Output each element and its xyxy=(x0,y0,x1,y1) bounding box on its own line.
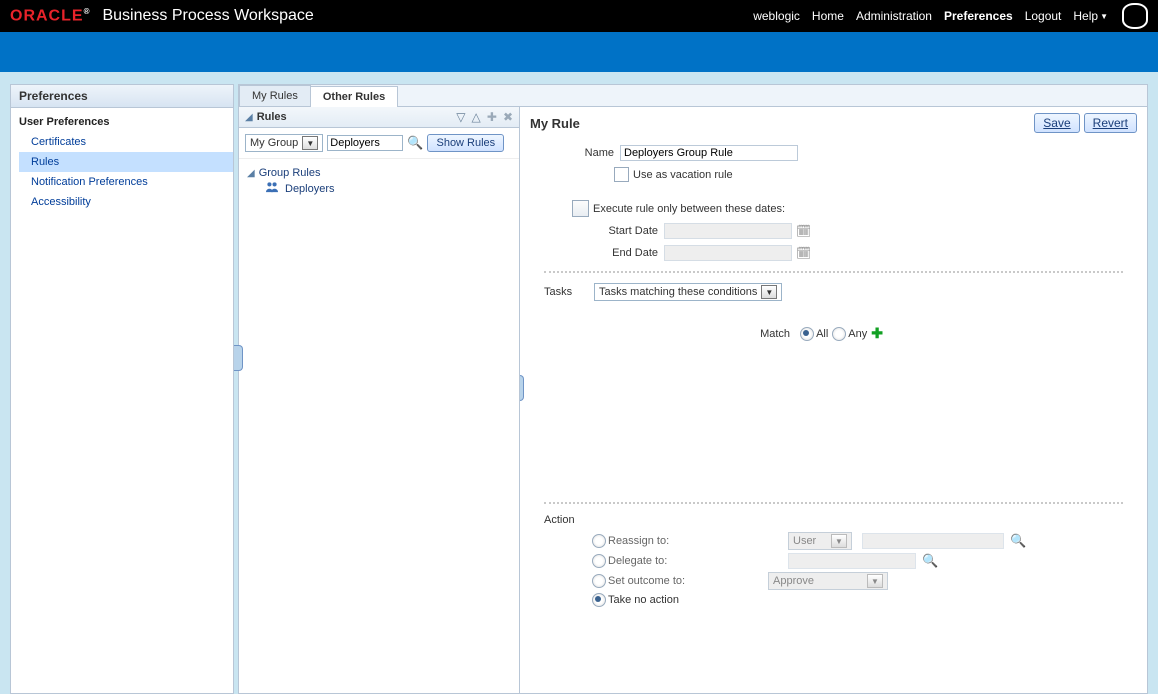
vacation-label: Use as vacation rule xyxy=(633,169,733,181)
app-title: Business Process Workspace xyxy=(102,7,313,25)
vacation-checkbox[interactable] xyxy=(614,167,629,182)
match-all-radio[interactable] xyxy=(800,327,814,341)
action-none-radio[interactable] xyxy=(592,593,606,607)
end-date-label: End Date xyxy=(588,247,664,259)
tab-my-rules[interactable]: My Rules xyxy=(239,85,311,106)
nav-logout[interactable]: Logout xyxy=(1025,9,1062,23)
sidebar-item-rules[interactable]: Rules xyxy=(19,152,233,172)
search-icon[interactable]: 🔍 xyxy=(922,553,938,569)
oracle-ring-icon xyxy=(1122,3,1148,29)
delegate-target-input xyxy=(788,553,916,569)
group-icon xyxy=(265,181,279,196)
rule-detail: My Rule Save Revert Name Use as vacation… xyxy=(520,107,1147,693)
divider xyxy=(544,502,1123,504)
scope-select[interactable]: My Group▼ xyxy=(245,134,323,152)
tab-other-rules[interactable]: Other Rules xyxy=(310,86,398,107)
outcome-select: Approve▼ xyxy=(768,572,888,590)
panel-title: Preferences xyxy=(11,85,233,108)
section-title: User Preferences xyxy=(11,108,233,132)
tasks-label: Tasks xyxy=(544,286,594,298)
sidebar-item-accessibility[interactable]: Accessibility xyxy=(19,192,233,212)
match-all-label: All xyxy=(816,328,828,340)
user-label: weblogic xyxy=(753,9,800,23)
divider xyxy=(544,271,1123,273)
match-label: Match xyxy=(760,328,790,340)
topbar: ORACLE® Business Process Workspace weblo… xyxy=(0,0,1158,32)
rule-title: My Rule xyxy=(530,116,580,131)
show-rules-button[interactable]: Show Rules xyxy=(427,134,504,152)
save-button[interactable]: Save xyxy=(1034,113,1079,133)
tasks-mode-select[interactable]: Tasks matching these conditions▼ xyxy=(594,283,782,301)
rules-header: Rules xyxy=(257,111,454,123)
search-icon[interactable]: 🔍 xyxy=(1010,533,1026,549)
rules-tree: ◢ Group Rules Deployers xyxy=(239,159,519,202)
chevron-down-icon: ▼ xyxy=(302,136,318,150)
rules-column: ◢ Rules ▽ △ ✚ ✖ My Group▼ xyxy=(239,107,520,693)
revert-button[interactable]: Revert xyxy=(1084,113,1137,133)
expand-icon[interactable]: △ xyxy=(472,110,481,124)
preferences-panel: Preferences User Preferences Certificate… xyxy=(10,84,234,694)
action-outcome-label: Set outcome to: xyxy=(608,575,728,587)
action-outcome-radio[interactable] xyxy=(592,574,606,588)
add-condition-icon[interactable]: ✚ xyxy=(871,325,883,342)
action-reassign-label: Reassign to: xyxy=(608,535,728,547)
sidebar-item-notif[interactable]: Notification Preferences xyxy=(19,172,233,192)
oracle-logo: ORACLE® xyxy=(10,7,90,25)
splitter-handle[interactable] xyxy=(234,345,243,371)
nav-home[interactable]: Home xyxy=(812,9,844,23)
rule-name-input[interactable] xyxy=(620,145,798,161)
disclosure-icon[interactable]: ◢ xyxy=(245,112,253,123)
rules-workspace: My Rules Other Rules ◢ Rules ▽ △ ✚ ✖ xyxy=(238,84,1148,694)
chevron-down-icon: ▼ xyxy=(761,285,777,299)
disclosure-icon[interactable]: ◢ xyxy=(247,168,255,179)
nav-prefs[interactable]: Preferences xyxy=(944,9,1013,23)
match-any-radio[interactable] xyxy=(832,327,846,341)
add-icon[interactable]: ✚ xyxy=(487,110,497,124)
between-dates-label: Execute rule only between these dates: xyxy=(593,203,785,215)
action-none-label: Take no action xyxy=(608,594,728,606)
end-date-input xyxy=(664,245,792,261)
action-reassign-radio[interactable] xyxy=(592,534,606,548)
tree-root[interactable]: Group Rules xyxy=(259,167,321,179)
nav-admin[interactable]: Administration xyxy=(856,9,932,23)
nav-help[interactable]: Help▼ xyxy=(1073,9,1108,23)
start-date-label: Start Date xyxy=(588,225,664,237)
collapse-icon[interactable]: ▽ xyxy=(456,110,465,124)
match-any-label: Any xyxy=(848,328,867,340)
rules-search-input[interactable] xyxy=(327,135,403,151)
name-label: Name xyxy=(544,147,620,159)
bluebar xyxy=(0,32,1158,72)
delete-icon[interactable]: ✖ xyxy=(503,110,513,124)
reassign-type-select: User▼ xyxy=(788,532,852,550)
date-picker-icon[interactable]: 🗓 xyxy=(796,224,811,238)
search-icon[interactable]: 🔍 xyxy=(407,135,423,151)
tree-child[interactable]: Deployers xyxy=(285,183,335,195)
between-dates-checkbox[interactable] xyxy=(572,200,589,217)
action-delegate-radio[interactable] xyxy=(592,554,606,568)
rules-tabs: My Rules Other Rules xyxy=(239,85,1147,107)
date-picker-icon[interactable]: 🗓 xyxy=(796,246,811,260)
action-delegate-label: Delegate to: xyxy=(608,555,728,567)
sidebar-item-certificates[interactable]: Certificates xyxy=(19,132,233,152)
action-label: Action xyxy=(544,514,1123,526)
chevron-down-icon: ▼ xyxy=(1100,12,1108,21)
start-date-input xyxy=(664,223,792,239)
reassign-target-input xyxy=(862,533,1004,549)
splitter-handle[interactable] xyxy=(520,375,524,401)
